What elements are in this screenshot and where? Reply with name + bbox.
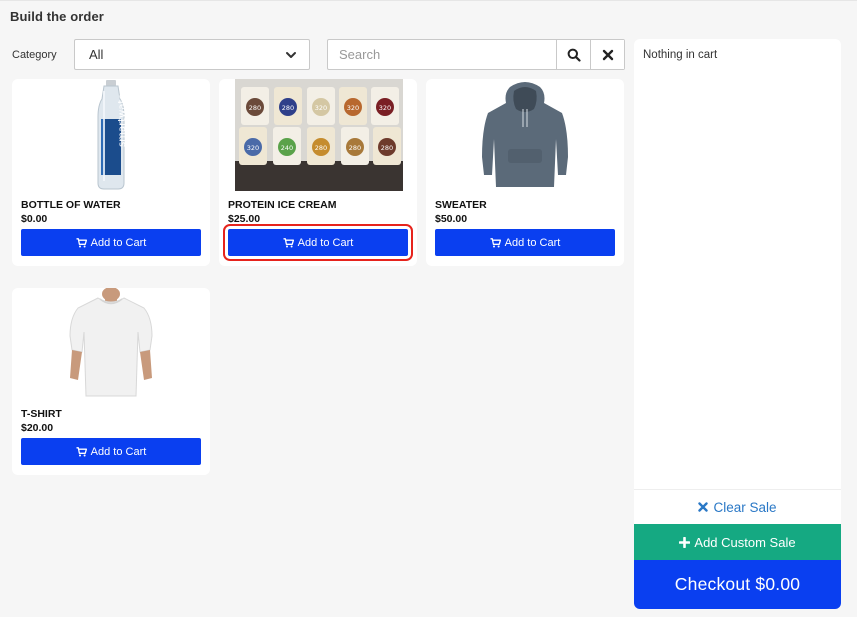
product-image-white-tshirt [12, 288, 210, 400]
svg-text:smartwater: smartwater [117, 89, 128, 147]
close-icon [602, 49, 613, 60]
product-price: $20.00 [21, 422, 54, 434]
shopping-cart-icon [76, 237, 87, 247]
add-to-cart-label: Add to Cart [90, 445, 147, 458]
pint-calorie-text: 320 [315, 104, 327, 112]
shopping-cart-icon [283, 237, 294, 247]
search-icon [567, 48, 581, 62]
product-image-ice-cream-pints: 280 280 320 320 320 320 240 280 280 280 [219, 79, 417, 191]
shopping-cart-icon [76, 446, 87, 456]
category-label: Category [12, 49, 57, 61]
clear-sale-button[interactable]: Clear Sale [634, 489, 841, 524]
pint-calorie-text: 280 [249, 104, 261, 112]
category-select[interactable]: All [74, 39, 310, 70]
close-icon [698, 502, 709, 512]
add-to-cart-button[interactable]: Add to Cart [21, 229, 201, 256]
shopping-cart-icon [490, 237, 501, 247]
product-price: $0.00 [21, 213, 48, 225]
checkout-label: Checkout $0.00 [674, 574, 801, 594]
pint-calorie-text: 280 [315, 144, 327, 152]
clear-search-button[interactable] [590, 40, 624, 69]
product-name: T-SHIRT [21, 408, 62, 420]
plus-icon [679, 536, 691, 548]
cart-panel: Nothing in cart Clear Sale Add Custom Sa… [634, 39, 841, 609]
clear-sale-label: Clear Sale [713, 499, 777, 515]
add-custom-sale-button[interactable]: Add Custom Sale [634, 524, 841, 560]
add-to-cart-label: Add to Cart [504, 236, 561, 249]
pint-calorie-text: 280 [282, 104, 294, 112]
checkout-button[interactable]: Checkout $0.00 [634, 560, 841, 609]
add-to-cart-label: Add to Cart [297, 236, 354, 249]
search-input[interactable] [328, 40, 556, 69]
category-selected-value: All [89, 47, 104, 62]
add-to-cart-button[interactable]: Add to Cart [21, 438, 201, 465]
product-name: BOTTLE OF WATER [21, 199, 121, 211]
product-name: PROTEIN ICE CREAM [228, 199, 337, 211]
product-card: smartwater BOTTLE OF WATER $0.00 Add to … [12, 79, 210, 266]
product-card: SWEATER $50.00 Add to Cart [426, 79, 624, 266]
add-to-cart-button[interactable]: Add to Cart [223, 224, 413, 261]
cart-empty-message: Nothing in cart [643, 49, 718, 61]
product-image-water-bottle: smartwater [12, 79, 210, 191]
pint-calorie-text: 240 [281, 144, 293, 152]
product-card: T-SHIRT $20.00 Add to Cart [12, 288, 210, 475]
pint-calorie-text: 280 [381, 144, 393, 152]
page-title: Build the order [10, 9, 104, 24]
product-price: $25.00 [228, 213, 261, 225]
add-custom-sale-label: Add Custom Sale [694, 534, 796, 550]
chevron-down-icon [286, 51, 296, 58]
search-group [327, 39, 625, 70]
pint-calorie-text: 320 [379, 104, 391, 112]
product-price: $50.00 [435, 213, 468, 225]
pint-calorie-text: 320 [247, 144, 259, 152]
product-image-grey-hoodie [426, 79, 624, 191]
add-to-cart-label: Add to Cart [90, 236, 147, 249]
top-divider [0, 0, 857, 1]
pint-calorie-text: 280 [349, 144, 361, 152]
add-to-cart-button[interactable]: Add to Cart [435, 229, 615, 256]
pint-calorie-text: 320 [347, 104, 359, 112]
product-card: 280 280 320 320 320 320 240 280 280 280 PROTEIN I… [219, 79, 417, 266]
search-button[interactable] [556, 40, 590, 69]
product-name: SWEATER [435, 199, 487, 211]
